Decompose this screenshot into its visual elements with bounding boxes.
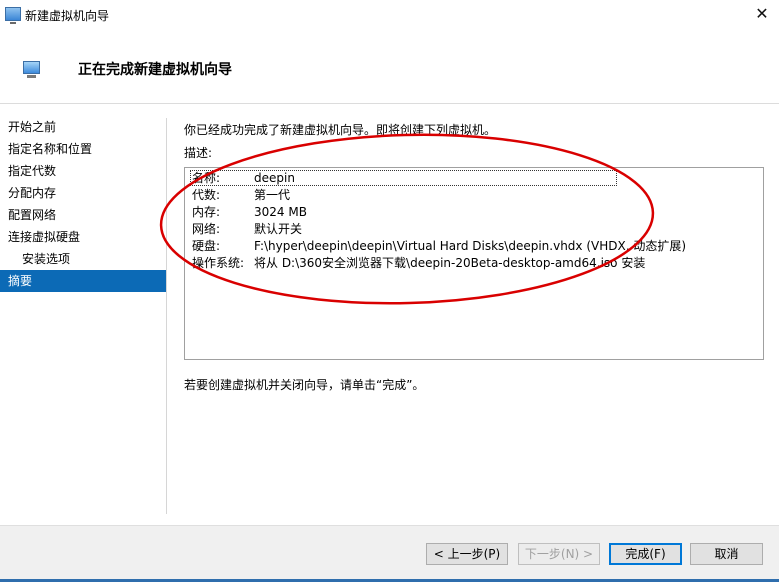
summary-value: 将从 D:\360安全浏览器下载\deepin-20Beta-desktop-a…	[254, 256, 646, 270]
summary-key: 硬盘:	[192, 239, 221, 253]
summary-row-network[interactable]: 网络: 默认开关	[192, 221, 302, 238]
window-title: 新建虚拟机向导	[25, 9, 110, 23]
sidebar-item-network[interactable]: 配置网络	[0, 204, 166, 226]
summary-key: 操作系统:	[192, 256, 245, 270]
sidebar-divider	[166, 118, 167, 514]
summary-value: deepin	[254, 171, 295, 185]
finish-hint-text: 若要创建虚拟机并关闭向导，请单击“完成”。	[184, 378, 425, 392]
description-box[interactable]: 名称: deepin 代数: 第一代 内存: 3024 MB 网络: 默认开关 硬盘: F…	[184, 167, 764, 360]
previous-button[interactable]: < 上一步(P)	[426, 543, 508, 565]
summary-key: 网络:	[192, 222, 221, 236]
button-bar: < 上一步(P) 下一步(N) > 完成(F) 取消	[0, 525, 779, 582]
sidebar-item-virtual-disk[interactable]: 连接虚拟硬盘	[0, 226, 166, 248]
next-button[interactable]: 下一步(N) >	[518, 543, 600, 565]
hyper-v-app-icon	[5, 7, 21, 24]
wizard-header: 正在完成新建虚拟机向导	[0, 30, 779, 104]
summary-value: F:\hyper\deepin\deepin\Virtual Hard Disk…	[254, 239, 687, 253]
close-button[interactable]: ✕	[745, 0, 779, 30]
summary-value: 第一代	[254, 188, 291, 202]
sidebar-item-name-location[interactable]: 指定名称和位置	[0, 138, 166, 160]
summary-key: 代数:	[192, 188, 221, 202]
cancel-button[interactable]: 取消	[690, 543, 763, 565]
summary-row-name[interactable]: 名称: deepin	[192, 170, 295, 187]
summary-row-memory[interactable]: 内存: 3024 MB	[192, 204, 307, 221]
summary-value: 3024 MB	[254, 205, 307, 219]
sidebar-item-memory[interactable]: 分配内存	[0, 182, 166, 204]
title-bar: 新建虚拟机向导 ✕	[0, 0, 779, 30]
sidebar-item-summary[interactable]: 摘要	[0, 270, 166, 292]
summary-value: 默认开关	[254, 222, 303, 236]
intro-text: 你已经成功完成了新建虚拟机向导。即将创建下列虚拟机。	[184, 123, 497, 137]
finish-button[interactable]: 完成(F)	[609, 543, 682, 565]
summary-row-os[interactable]: 操作系统: 将从 D:\360安全浏览器下载\deepin-20Beta-desk…	[192, 255, 645, 272]
virtual-machine-icon	[23, 61, 40, 78]
sidebar-item-generation[interactable]: 指定代数	[0, 160, 166, 182]
summary-row-disk[interactable]: 硬盘: F:\hyper\deepin\deepin\Virtual Hard D…	[192, 238, 686, 255]
page-title: 正在完成新建虚拟机向导	[78, 62, 232, 78]
summary-key: 名称:	[192, 171, 221, 185]
description-label: 描述:	[184, 146, 213, 160]
summary-row-generation[interactable]: 代数: 第一代	[192, 187, 290, 204]
sidebar-item-install-options[interactable]: 安装选项	[0, 248, 166, 270]
summary-key: 内存:	[192, 205, 221, 219]
sidebar-item-before-you-begin[interactable]: 开始之前	[0, 116, 166, 138]
wizard-steps-sidebar: 开始之前 指定名称和位置 指定代数 分配内存 配置网络 连接虚拟硬盘 安装选项 …	[0, 116, 166, 292]
